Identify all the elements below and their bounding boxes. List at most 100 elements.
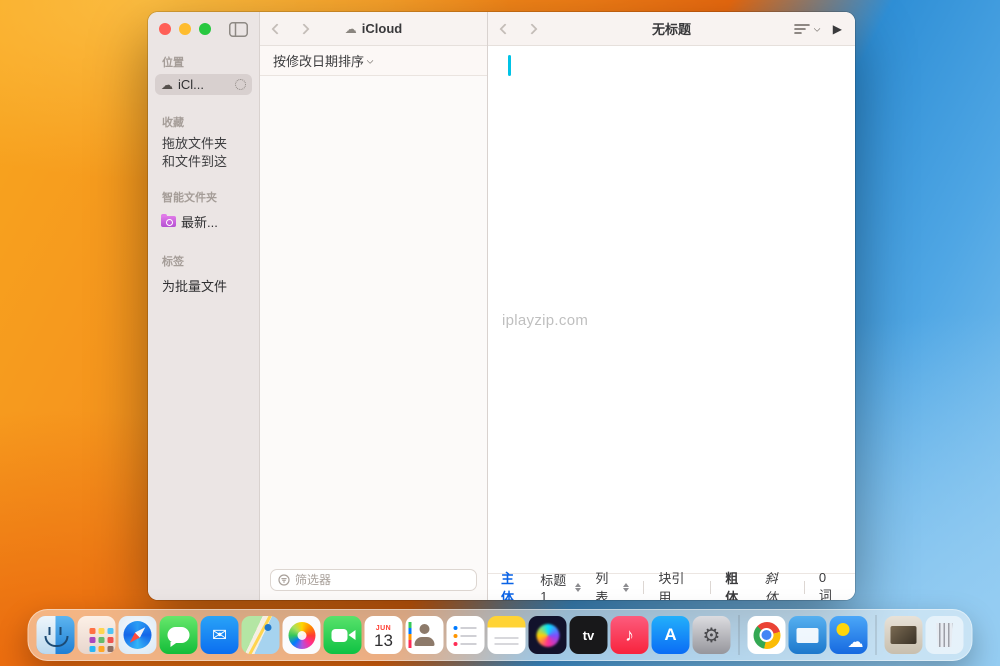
cloud-icon: ☁	[345, 23, 357, 35]
dock-finder-icon[interactable]	[37, 616, 75, 654]
dock: ✉ JUN 13 tv ♪ A	[28, 609, 973, 661]
app-store-glyph: A	[664, 625, 676, 645]
close-window-button[interactable]	[159, 23, 171, 35]
zoom-window-button[interactable]	[199, 23, 211, 35]
sync-spinner-icon	[235, 79, 246, 90]
dock-system-settings-icon[interactable]: ⚙	[693, 616, 731, 654]
sidebar: 位置 ☁ iCl... 收藏 拖放文件夹 和文件到这 智能文件夹 最新... 标…	[148, 12, 260, 600]
list-pane-nav	[273, 25, 308, 33]
dock-screenshot-thumbnail-icon[interactable]	[885, 616, 923, 654]
divider	[643, 581, 644, 594]
dock-weather-icon[interactable]: ☁	[830, 616, 868, 654]
editor-toolbar: 无标题 ▶	[488, 12, 855, 46]
sidebar-item-label: 为批量文件	[162, 276, 227, 295]
person-silhouette	[413, 624, 437, 646]
sidebar-header	[148, 12, 259, 46]
dock-calendar-icon[interactable]: JUN 13	[365, 616, 403, 654]
window-controls	[159, 23, 211, 35]
trash-mesh	[935, 623, 955, 647]
forward-button[interactable]	[526, 23, 537, 34]
favorites-drop-hint-line1: 拖放文件夹	[162, 135, 249, 153]
style-heading1-button[interactable]: 标题1	[540, 570, 581, 600]
gear-icon: ⚙	[703, 623, 721, 648]
filter-icon	[278, 574, 290, 586]
chevron-down-icon	[367, 57, 374, 64]
list-pane-title: ☁ iCloud	[345, 21, 402, 36]
filter-field[interactable]	[270, 569, 477, 591]
sidebar-section-tags: 标签	[162, 253, 259, 269]
dock-app-store-icon[interactable]: A	[652, 616, 690, 654]
smart-folder-icon	[161, 216, 176, 227]
watermark: iplayzip.com	[502, 312, 588, 329]
video-camera	[332, 629, 348, 642]
sidebar-item-label: 最新...	[181, 212, 218, 231]
editor-nav	[501, 25, 536, 33]
sheet-list-empty	[260, 76, 487, 569]
cloud-icon: ☁	[161, 79, 173, 91]
dock-messages-icon[interactable]	[160, 616, 198, 654]
dock-launchpad-icon[interactable]	[78, 616, 116, 654]
paragraph-style-bar: 主体 标题1 列表 块引用 粗体 斜体	[488, 573, 855, 600]
preview-play-button[interactable]: ▶	[833, 22, 842, 36]
sidebar-item-label: iCl...	[178, 77, 204, 92]
sidebar-item-latest[interactable]: 最新...	[155, 209, 252, 234]
color-wave	[536, 624, 559, 647]
back-button[interactable]	[271, 23, 282, 34]
sort-order-button[interactable]: 按修改日期排序	[260, 46, 487, 76]
up-down-chevron-icon	[575, 583, 581, 592]
compass-needle	[127, 625, 148, 646]
sidebar-item-batch-files[interactable]: 为批量文件	[155, 273, 252, 298]
tv-label: tv	[583, 628, 595, 643]
finder-face	[37, 616, 75, 654]
dock-chrome-icon[interactable]	[748, 616, 786, 654]
minimize-window-button[interactable]	[179, 23, 191, 35]
dock-reminders-icon[interactable]	[447, 616, 485, 654]
envelope-glyph: ✉	[212, 625, 227, 646]
favorites-drop-hint-line2: 和文件到这	[162, 153, 249, 171]
dock-trash-icon[interactable]	[926, 616, 964, 654]
chevron-down-icon	[813, 25, 820, 32]
up-down-chevron-icon	[623, 583, 629, 592]
dock-music-icon[interactable]: ♪	[611, 616, 649, 654]
filter-row	[260, 569, 487, 600]
contact-tabs	[409, 622, 412, 648]
thumbnail-image	[891, 626, 917, 644]
view-options-button[interactable]	[794, 23, 821, 35]
sidebar-icon	[229, 22, 248, 37]
dock-notes-icon[interactable]	[488, 616, 526, 654]
dock-maps-icon[interactable]	[242, 616, 280, 654]
desktop-wallpaper: 位置 ☁ iCl... 收藏 拖放文件夹 和文件到这 智能文件夹 最新... 标…	[0, 0, 1000, 666]
divider	[804, 581, 805, 594]
sheet-list-pane: ☁ iCloud 按修改日期排序	[260, 12, 488, 600]
sidebar-section-locations: 位置	[162, 54, 259, 70]
filter-input[interactable]	[295, 573, 469, 587]
editor-title: 无标题	[652, 19, 691, 38]
sidebar-item-icloud[interactable]: ☁ iCl...	[155, 74, 252, 95]
editor-content[interactable]: iplayzip.com	[488, 46, 855, 573]
compass-dial	[124, 621, 152, 649]
style-heading1-label: 标题1	[540, 570, 572, 600]
dock-contacts-icon[interactable]	[406, 616, 444, 654]
divider	[710, 581, 711, 594]
forward-button[interactable]	[298, 23, 309, 34]
back-button[interactable]	[499, 23, 510, 34]
list-pane-toolbar: ☁ iCloud	[260, 12, 487, 46]
editor-pane: 无标题 ▶ iplayzip.com	[488, 12, 855, 600]
dock-divider	[876, 615, 877, 655]
text-lines-icon	[794, 23, 810, 35]
text-cursor	[508, 55, 511, 76]
sort-order-label: 按修改日期排序	[273, 51, 364, 70]
app-window: 位置 ☁ iCl... 收藏 拖放文件夹 和文件到这 智能文件夹 最新... 标…	[148, 12, 855, 600]
dock-mail-icon[interactable]: ✉	[201, 616, 239, 654]
dock-photos-icon[interactable]	[283, 616, 321, 654]
color-pinwheel	[288, 622, 315, 649]
toggle-sidebar-button[interactable]	[229, 22, 248, 37]
dock-music-wave-app-icon[interactable]	[529, 616, 567, 654]
sidebar-section-smart-folders: 智能文件夹	[162, 189, 259, 205]
favorites-drop-hint[interactable]: 拖放文件夹 和文件到这	[162, 135, 249, 171]
dock-apple-tv-icon[interactable]: tv	[570, 616, 608, 654]
dock-safari-icon[interactable]	[119, 616, 157, 654]
dock-facetime-icon[interactable]	[324, 616, 362, 654]
reminder-list	[454, 624, 478, 646]
dock-window-app-icon[interactable]	[789, 616, 827, 654]
